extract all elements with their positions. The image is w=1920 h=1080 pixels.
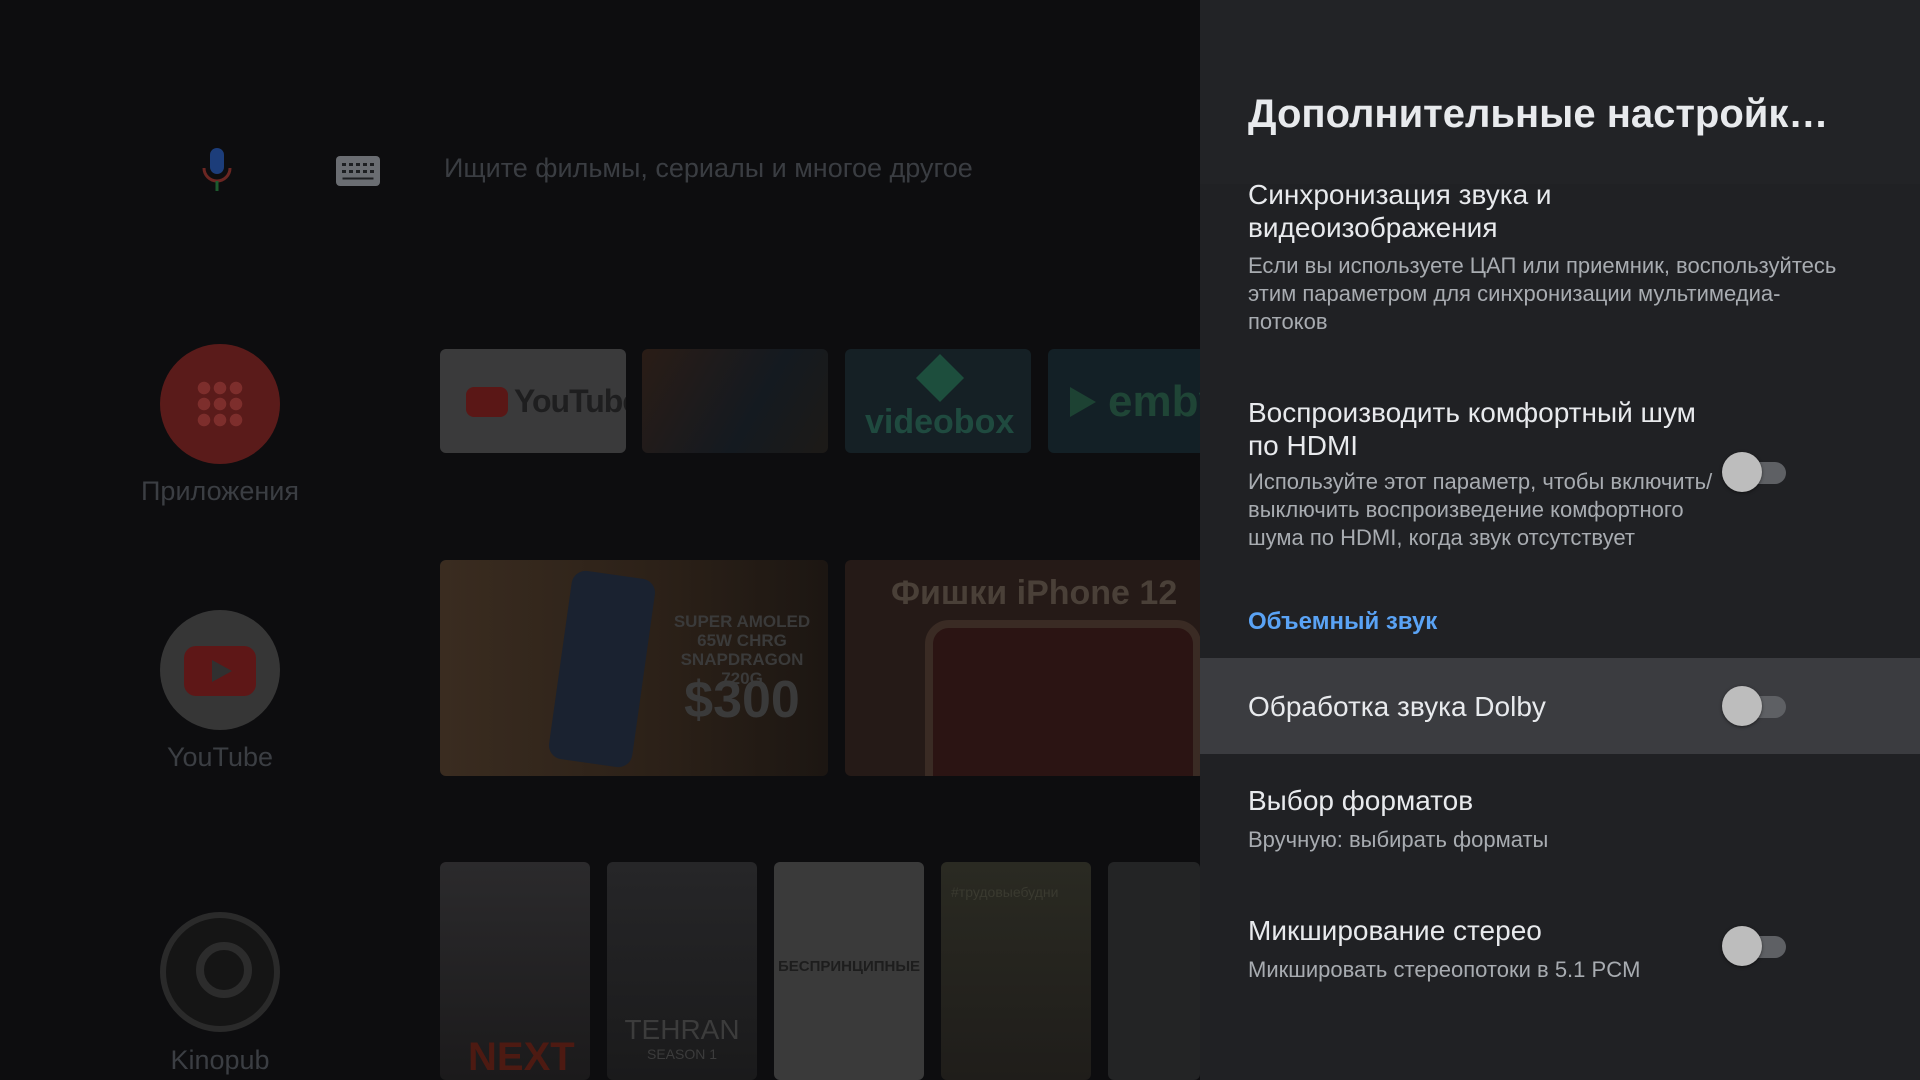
page-title: Дополнительные настройки звука [1248,92,1848,136]
video-tile-price: $300 [684,671,800,729]
stereo-mixing-toggle[interactable] [1722,926,1786,966]
hdmi-comfort-noise-description: Используйте этот параметр, чтобы включит… [1248,469,1713,550]
stereo-mixing-item[interactable]: Микширование стерео Микшировать стереопо… [1200,914,1920,994]
toggle-thumb [1722,686,1762,726]
videobox-logo-icon [915,353,965,403]
poster-tile[interactable] [1108,862,1200,1080]
kinopub-row-label: Kinopub [170,1045,270,1075]
youtube-row-label: YouTube [166,742,274,772]
hdmi-comfort-noise-item[interactable]: Воспроизводить комфортный шум по HDMI Ис… [1200,396,1920,566]
hdmi-comfort-noise-toggle[interactable] [1722,452,1786,492]
poster-tile[interactable]: БЕСПРИНЦИПНЫЕ [774,862,924,1080]
hdmi-comfort-noise-title: Воспроизводить комфортный шум по HDMI [1248,397,1696,461]
toggle-thumb [1722,926,1762,966]
search-placeholder[interactable]: Ищите фильмы, сериалы и многое другое [444,153,973,184]
poster-title: БЕСПРИНЦИПНЫЕ [778,958,921,975]
settings-panel: Дополнительные настройки звука Синхрониз… [1200,0,1920,1080]
kinopub-icon[interactable] [160,912,280,1032]
poster-tile[interactable]: NEXT [440,862,590,1080]
launcher-background: Ищите фильмы, сериалы и многое другое Пр… [0,0,1200,1080]
av-sync-title: Синхронизация звука и видеоизображения [1248,179,1552,243]
stereo-mixing-title: Микширование стерео [1248,915,1542,946]
keyboard-icon[interactable] [336,156,380,186]
surround-sound-section-header: Объемный звук [1248,608,1438,635]
video-tile-phone-review[interactable]: SUPER AMOLED 65W CHRG SNAPDRAGON 720G $3… [440,560,828,776]
toggle-thumb [1722,452,1762,492]
dolby-processing-toggle[interactable] [1722,686,1786,726]
dolby-processing-item[interactable]: Обработка звука Dolby [1200,658,1920,754]
emby-tile-label: emby [1108,377,1200,426]
dolby-processing-title: Обработка звука Dolby [1248,691,1546,722]
youtube-tile-label: YouTube [514,383,626,419]
iphone-image [925,620,1200,776]
av-sync-description: Если вы используете ЦАП или приемник, во… [1248,253,1837,334]
poster-title: TEHRAN SEASON 1 [624,1014,740,1062]
apps-grid-icon [196,380,244,428]
format-selection-value: Вручную: выбирать форматы [1248,827,1549,852]
av-sync-item[interactable]: Синхронизация звука и видеоизображения Е… [1200,178,1920,348]
emby-logo-icon [1070,387,1096,417]
format-selection-item[interactable]: Выбор форматов Вручную: выбирать форматы [1200,784,1920,864]
youtube-row-icon[interactable] [160,610,280,730]
video-tile-title: Фишки iPhone 12 [891,574,1178,612]
emby-app-tile[interactable]: emby [1048,349,1200,453]
poster-title: NEXT [468,1035,575,1079]
videobox-tile-label: videobox [865,403,1015,441]
youtube-app-tile[interactable]: YouTube [440,349,626,453]
microphone-icon[interactable] [200,148,234,194]
poster-tile[interactable]: #трудовыебудни [941,862,1091,1080]
videobox-app-tile[interactable]: videobox [845,349,1031,453]
film-app-tile[interactable] [642,349,828,453]
poster-title: #трудовыебудни [951,884,1059,900]
smartphone-image [547,569,657,769]
video-tile-iphone[interactable]: Фишки iPhone 12 [845,560,1200,776]
stereo-mixing-description: Микшировать стереопотоки в 5.1 PCM [1248,957,1641,982]
apps-row-icon[interactable] [160,344,280,464]
youtube-logo-icon [466,387,508,417]
poster-tile[interactable]: TEHRAN SEASON 1 [607,862,757,1080]
settings-header: Дополнительные настройки звука [1200,0,1920,184]
youtube-icon [184,646,256,696]
apps-row-label: Приложения [141,476,299,506]
format-selection-title: Выбор форматов [1248,785,1474,816]
